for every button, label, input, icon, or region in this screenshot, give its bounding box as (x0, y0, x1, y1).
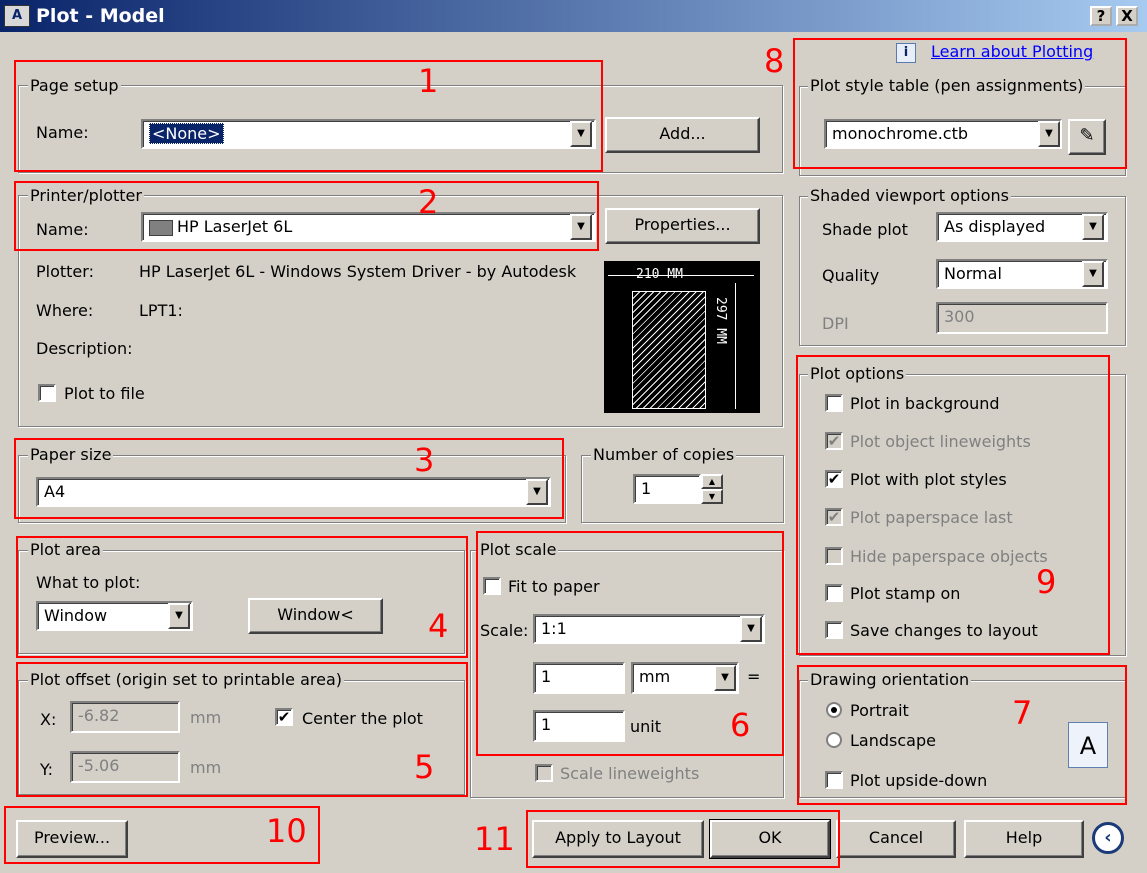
annotation-box-4 (16, 536, 468, 658)
width-dimension-line (608, 275, 754, 276)
window-title: Plot - Model (36, 5, 165, 27)
annotation-box-8 (793, 38, 1127, 169)
autocad-icon: A (4, 5, 30, 27)
shaded-legend: Shaded viewport options (808, 186, 1011, 205)
paper-hatch (632, 291, 706, 409)
copies-input[interactable]: 1 (633, 474, 701, 504)
plot-to-file-label: Plot to file (64, 384, 145, 403)
annotation-number-5: 5 (414, 748, 435, 786)
description-label: Description: (36, 339, 133, 358)
title-bar: A Plot - Model ? X (0, 0, 1147, 32)
dpi-value: 300 (944, 307, 975, 326)
quality-label: Quality (822, 266, 880, 285)
add-button[interactable]: Add... (605, 117, 760, 153)
annotation-number-6: 6 (730, 706, 751, 744)
chevron-down-icon[interactable]: ▼ (1082, 214, 1104, 240)
help-title-button[interactable]: ? (1090, 6, 1112, 26)
annotation-box-1 (14, 60, 603, 172)
paper-preview: 210 MM 297 MM (604, 261, 760, 413)
annotation-box-11 (526, 810, 840, 868)
plotter-value: HP LaserJet 6L - Windows System Driver -… (139, 262, 577, 281)
annotation-box-5 (16, 662, 468, 797)
annotation-number-3: 3 (414, 441, 435, 479)
shade-plot-label: Shade plot (822, 220, 908, 239)
annotation-number-4: 4 (428, 607, 449, 645)
annotation-number-7: 7 (1012, 694, 1033, 732)
properties-button[interactable]: Properties... (605, 208, 760, 244)
scale-lineweights-checkbox[interactable] (535, 764, 553, 782)
annotation-number-9: 9 (1036, 563, 1057, 601)
copies-value: 1 (641, 479, 652, 498)
plotter-label: Plotter: (36, 262, 94, 281)
annotation-number-2: 2 (418, 183, 439, 221)
annotation-number-10: 10 (266, 812, 307, 850)
chevron-down-icon[interactable]: ▼ (1082, 261, 1104, 287)
preview-height-label: 297 MM (713, 297, 728, 344)
annotation-box-9 (796, 355, 1110, 655)
where-label: Where: (36, 301, 94, 320)
annotation-number-1: 1 (418, 62, 439, 100)
close-button[interactable]: X (1116, 6, 1138, 26)
scale-lineweights-label: Scale lineweights (560, 764, 700, 783)
annotation-number-11: 11 (474, 820, 515, 858)
annotation-number-8: 8 (764, 42, 785, 80)
height-dimension-line (735, 283, 736, 409)
spinner-up-icon[interactable]: ▲ (701, 474, 723, 489)
annotation-box-3 (14, 438, 564, 519)
quality-value: Normal (944, 264, 1002, 283)
dpi-input[interactable]: 300 (936, 302, 1108, 334)
where-value: LPT1: (139, 301, 183, 320)
annotation-box-2 (14, 181, 599, 251)
spinner-down-icon[interactable]: ▼ (701, 489, 723, 504)
chevron-left-circle-icon[interactable]: ‹ (1092, 822, 1124, 854)
copies-legend: Number of copies (591, 445, 737, 464)
cancel-button[interactable]: Cancel (836, 820, 956, 858)
shade-plot-value: As displayed (944, 217, 1046, 236)
dpi-label: DPI (822, 314, 849, 333)
annotation-box-7 (797, 665, 1127, 805)
plot-to-file-checkbox[interactable] (38, 384, 56, 402)
help-button[interactable]: Help (964, 820, 1084, 858)
